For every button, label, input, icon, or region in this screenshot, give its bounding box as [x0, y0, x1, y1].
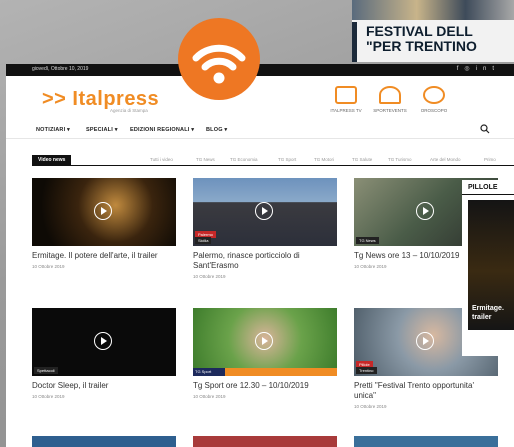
tab-tutti-i-video[interactable]: Tutti i video: [150, 157, 173, 162]
nav-edizioni-regionali[interactable]: EDIZIONI REGIONALI ▾: [130, 127, 194, 133]
rss-badge[interactable]: [178, 18, 260, 100]
nav-notiziari[interactable]: NOTIZIARI ▾: [36, 127, 70, 133]
video-tabs: Video news Tutti i video TG News TG Econ…: [32, 155, 514, 166]
news-photo: [352, 0, 514, 20]
current-date: giovedì, Ottobre 10, 2019: [32, 66, 89, 72]
pillole-caption[interactable]: Ermitage. trailer: [472, 304, 504, 322]
tab-tg-economia[interactable]: TG Economia: [230, 157, 258, 162]
news-headline-line1: FESTIVAL DELL: [366, 23, 473, 39]
website-window: giovedì, Ottobre 10, 2019 f◎int >> Italp…: [6, 64, 514, 447]
video-thumbnail[interactable]: [32, 178, 176, 246]
pillole-heading: PILLOLE: [468, 184, 498, 191]
twitter-icon[interactable]: t: [492, 66, 500, 72]
tab-tg-sport[interactable]: TG Sport: [278, 157, 296, 162]
italpress-tv-link[interactable]: ITALPRESS TV: [326, 86, 366, 113]
tab-arte-del-mondo[interactable]: Arte del Mondo: [430, 157, 461, 162]
pillole-caption-line2: trailer: [472, 314, 492, 321]
play-icon[interactable]: [416, 332, 434, 350]
tab-video-news[interactable]: Video news: [32, 155, 72, 165]
video-thumbnail-partial[interactable]: [193, 436, 337, 447]
play-icon[interactable]: [255, 202, 273, 220]
main-nav: NOTIZIARI ▾ SPECIALI ▾ EDIZIONI REGIONAL…: [6, 122, 514, 139]
pillole-divider: [462, 194, 514, 195]
video-thumbnail-partial[interactable]: [354, 436, 498, 447]
news-ticker: TG Sport: [193, 368, 337, 376]
top-bar: giovedì, Ottobre 10, 2019 f◎int: [6, 64, 514, 76]
video-date: 10 Ottobre 2019: [32, 394, 65, 399]
video-card[interactable]: TG Sport Tg Sport ore 12.30 – 10/10/2019…: [193, 308, 337, 399]
video-date: 10 Ottobre 2019: [32, 264, 65, 269]
tab-primo[interactable]: Primo: [484, 157, 496, 162]
video-date: 10 Ottobre 2019: [193, 274, 226, 279]
trophy-icon: [379, 86, 401, 104]
video-title[interactable]: Pretti "Festival Trento opportunita' uni…: [354, 381, 498, 401]
play-icon[interactable]: [416, 202, 434, 220]
social-icons[interactable]: f◎int: [457, 65, 500, 72]
news-headline: FESTIVAL DELL "PER TRENTINO: [366, 24, 514, 54]
video-title[interactable]: Doctor Sleep, il trailer: [32, 381, 176, 391]
video-thumbnail[interactable]: Spettacoli: [32, 308, 176, 376]
tab-tg-salute[interactable]: TG Salute: [352, 157, 372, 162]
rss-icon: [192, 44, 246, 84]
region-tag: Sicilia: [195, 237, 212, 244]
play-icon[interactable]: [94, 332, 112, 350]
nav-speciali[interactable]: SPECIALI ▾: [86, 127, 118, 133]
italpress-tv-label: ITALPRESS TV: [330, 108, 362, 113]
video-card[interactable]: Palermo Sicilia Palermo, rinasce porticc…: [193, 178, 337, 279]
nav-blog[interactable]: BLOG ▾: [206, 127, 227, 133]
news-card[interactable]: FESTIVAL DELL "PER TRENTINO: [352, 0, 514, 62]
oroscopo-label: OROSCOPO: [420, 108, 448, 113]
video-title[interactable]: Ermitage. Il potere dell'arte, il traile…: [32, 251, 176, 261]
play-icon[interactable]: [94, 202, 112, 220]
video-title[interactable]: Palermo, rinasce porticciolo di Sant'Era…: [193, 251, 337, 271]
zodiac-icon: [423, 86, 445, 104]
play-icon[interactable]: [255, 332, 273, 350]
instagram-icon[interactable]: ◎: [464, 66, 475, 72]
region-tag: Trentino: [356, 367, 377, 374]
video-thumbnail[interactable]: TG Sport: [193, 308, 337, 376]
video-title[interactable]: Tg Sport ore 12.30 – 10/10/2019: [193, 381, 337, 391]
sportevents-label: SPORTEVENTS: [373, 108, 407, 113]
ticker-label: TG Sport: [193, 368, 225, 376]
pillole-panel: PILLOLE Ermitage. trailer: [462, 180, 514, 356]
news-headline-line2: "PER TRENTINO: [366, 38, 477, 54]
program-tag: TG News: [356, 237, 379, 244]
site-tagline: Agenzia di Stampa: [110, 108, 148, 113]
news-accent-bar: [352, 22, 357, 62]
tab-tg-news[interactable]: TG News: [196, 157, 215, 162]
video-thumbnail[interactable]: Palermo Sicilia: [193, 178, 337, 246]
search-icon[interactable]: [480, 124, 490, 134]
video-date: 10 Ottobre 2019: [193, 394, 226, 399]
video-card[interactable]: Ermitage. Il potere dell'arte, il traile…: [32, 178, 176, 269]
tab-tg-turismo[interactable]: TG Turismo: [388, 157, 412, 162]
tab-tg-motori[interactable]: TG Motori: [314, 157, 334, 162]
video-thumbnail-partial[interactable]: [32, 436, 176, 447]
sportevents-link[interactable]: SPORTEVENTS: [370, 86, 410, 113]
category-tag: Spettacoli: [34, 367, 58, 374]
tv-icon: [335, 86, 357, 104]
video-date: 10 Ottobre 2019: [354, 404, 387, 409]
oroscopo-link[interactable]: OROSCOPO: [414, 86, 454, 113]
pillole-caption-line1: Ermitage.: [472, 305, 504, 312]
linkedin-icon[interactable]: in: [476, 66, 493, 72]
video-card[interactable]: Spettacoli Doctor Sleep, il trailer 10 O…: [32, 308, 176, 399]
